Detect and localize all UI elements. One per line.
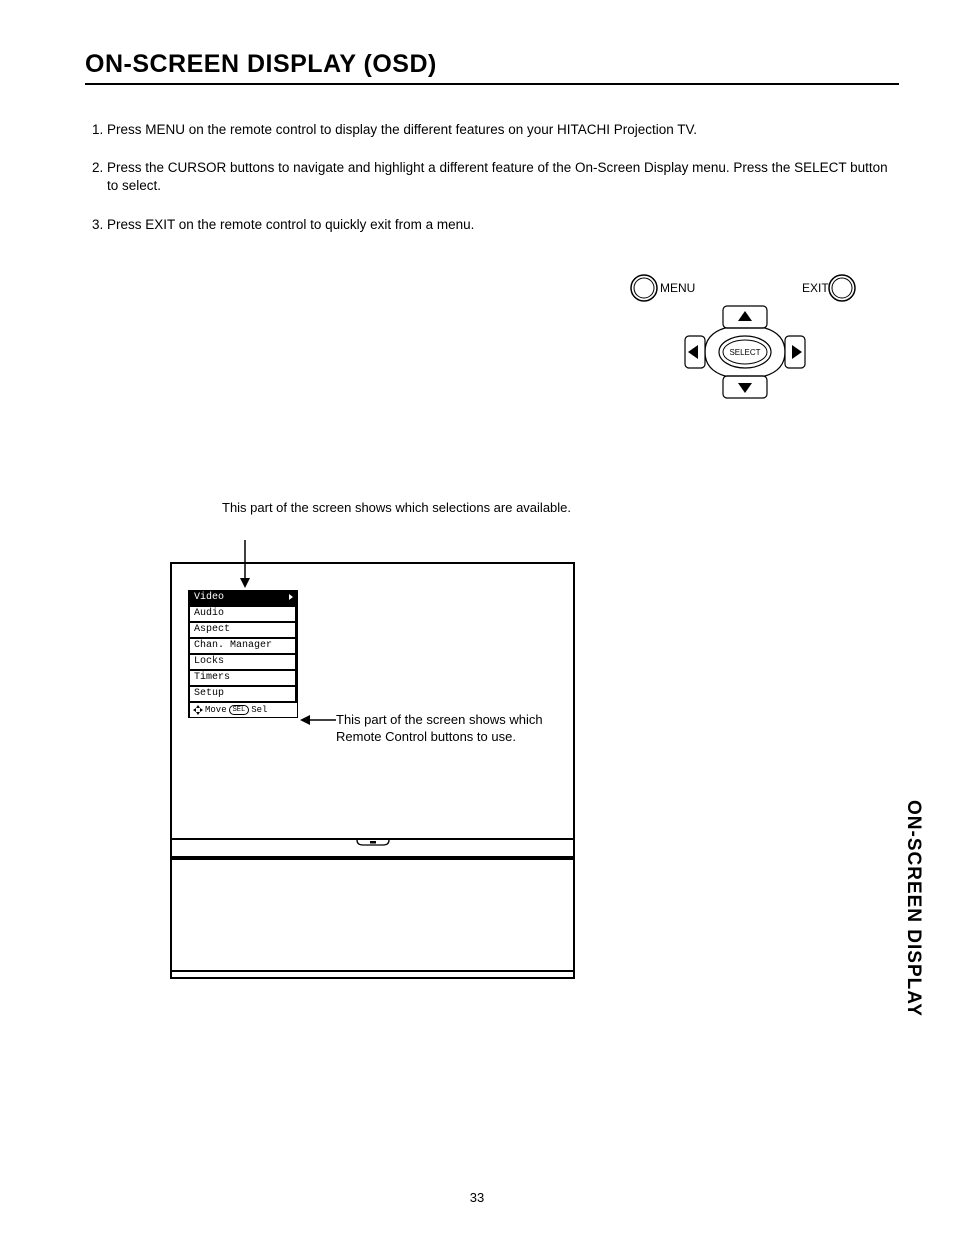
osd-item-setup: Setup (188, 686, 298, 702)
callout-selections: This part of the screen shows which sele… (222, 500, 590, 517)
osd-menu: Video Audio Aspect Chan. Manager Locks T… (188, 590, 298, 718)
menu-label: MENU (660, 281, 695, 295)
osd-item-chanmgr: Chan. Manager (188, 638, 298, 654)
page-title: ON-SCREEN DISPLAY (OSD) (85, 50, 899, 85)
tv-base (170, 840, 575, 979)
select-label: SELECT (729, 348, 760, 357)
step-1: Press MENU on the remote control to disp… (107, 121, 899, 139)
osd-hint-bar: Move SEL Sel (188, 702, 298, 718)
osd-item-aspect: Aspect (188, 622, 298, 638)
tv-figure: This part of the screen shows which sele… (170, 500, 590, 979)
osd-item-audio: Audio (188, 606, 298, 622)
step-2: Press the CURSOR buttons to navigate and… (107, 159, 899, 195)
remote-figure: MENU EXIT SELECT (627, 264, 859, 414)
move-arrows-icon (193, 705, 203, 715)
section-tab: ON-SCREEN DISPLAY (902, 800, 924, 1017)
osd-item-timers: Timers (188, 670, 298, 686)
sel-oval-icon: SEL (229, 705, 250, 715)
step-3: Press EXIT on the remote control to quic… (107, 216, 899, 234)
callout-remote-buttons: This part of the screen shows which Remo… (336, 712, 556, 746)
osd-item-video: Video (188, 590, 298, 606)
exit-label: EXIT (802, 281, 829, 295)
instruction-list: Press MENU on the remote control to disp… (85, 121, 899, 234)
arrow-left-icon (300, 715, 336, 725)
tv-screen: Video Audio Aspect Chan. Manager Locks T… (170, 562, 575, 840)
tv-notch-icon (355, 839, 391, 849)
osd-item-locks: Locks (188, 654, 298, 670)
page-number: 33 (470, 1190, 484, 1205)
